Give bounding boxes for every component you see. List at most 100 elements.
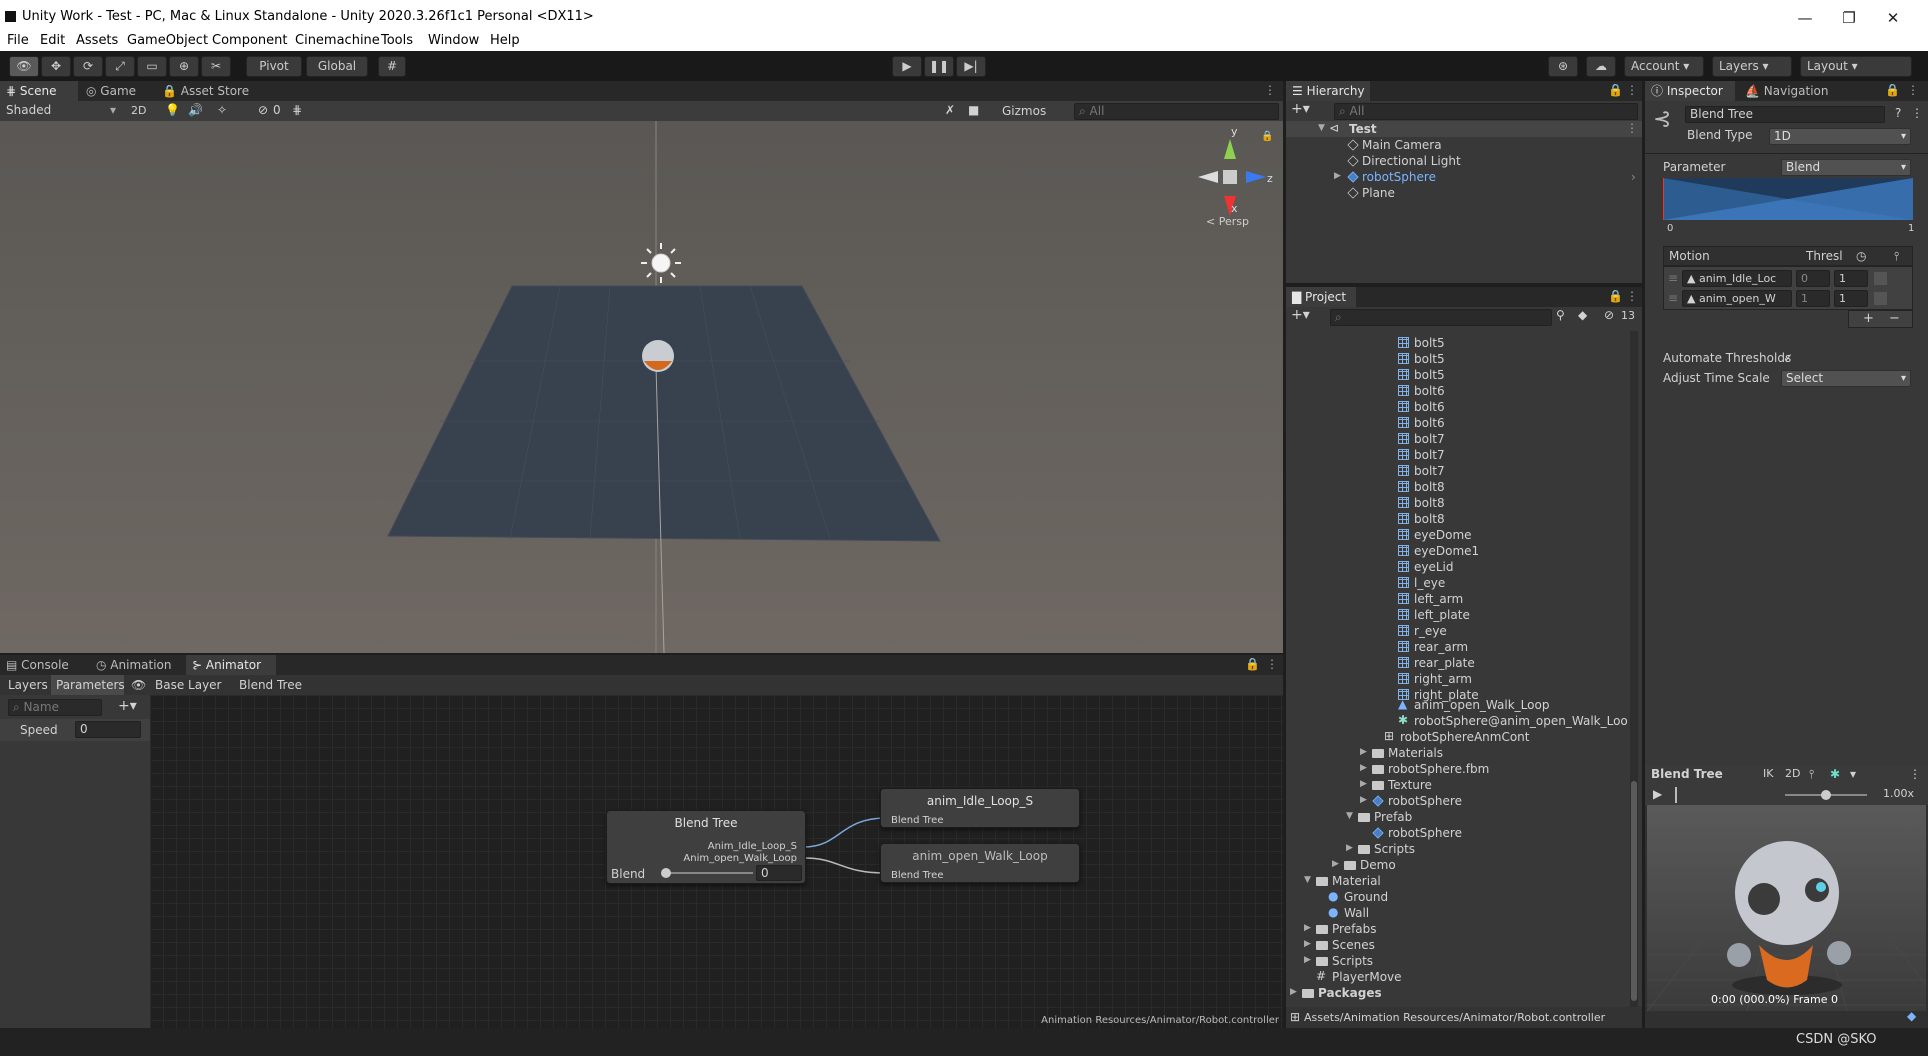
project-item[interactable]: bolt7 bbox=[1286, 431, 1628, 447]
project-item[interactable]: r_eye bbox=[1286, 623, 1628, 639]
inspector-lock-icon[interactable]: 🔒 bbox=[1885, 83, 1900, 97]
expand-icon[interactable]: ▶ bbox=[1334, 171, 1341, 181]
hierarchy-search-input[interactable]: ⌕ All bbox=[1334, 103, 1638, 120]
project-item[interactable]: robotSphere bbox=[1286, 825, 1628, 841]
add-motion-button[interactable]: + bbox=[1863, 311, 1874, 326]
project-item[interactable]: eyeLid bbox=[1286, 559, 1628, 575]
project-item[interactable]: ▲ anim_open_Walk_Loop bbox=[1286, 697, 1628, 713]
tab-hierarchy[interactable]: ☰ Hierarchy bbox=[1286, 81, 1370, 101]
project-item[interactable]: ✱ robotSphere@anim_open_Walk_LoopA bbox=[1286, 713, 1628, 729]
tab-animator[interactable]: ⊱ Animator bbox=[186, 655, 276, 675]
preview-play-button[interactable]: ▶ bbox=[1653, 787, 1662, 801]
blend-graph[interactable] bbox=[1663, 178, 1913, 220]
tab-scene[interactable]: ⋕ Scene bbox=[0, 81, 78, 101]
object-name-input[interactable]: Blend Tree bbox=[1685, 106, 1885, 123]
scene-menu-icon[interactable]: ⋮ bbox=[1264, 83, 1276, 97]
motion-field[interactable]: ▲ anim_Idle_Loc bbox=[1682, 270, 1792, 287]
project-item[interactable]: rear_arm bbox=[1286, 639, 1628, 655]
rect-tool-button[interactable]: ▭ bbox=[137, 56, 167, 77]
hierarchy-menu-icon[interactable]: ⋮ bbox=[1626, 83, 1638, 97]
tab-animation[interactable]: ◷ Animation bbox=[90, 655, 184, 675]
project-add-button[interactable]: +▾ bbox=[1291, 307, 1310, 323]
menu-component[interactable]: Component bbox=[212, 33, 287, 48]
step-button[interactable]: ▶| bbox=[956, 56, 986, 77]
tab-asset-store[interactable]: 🔒 Asset Store bbox=[156, 81, 254, 101]
custom-tool-button[interactable]: ✂ bbox=[201, 56, 231, 77]
menu-help[interactable]: Help bbox=[490, 33, 520, 48]
time-scale-input[interactable]: 1 bbox=[1834, 290, 1868, 307]
parameter-dropdown[interactable]: Blend bbox=[1781, 159, 1911, 176]
hierarchy-item[interactable]: Directional Light bbox=[1286, 153, 1642, 169]
collapse-icon[interactable]: ▼ bbox=[1304, 875, 1311, 885]
play-button[interactable]: ▶ bbox=[892, 56, 922, 77]
time-scale-input[interactable]: 1 bbox=[1834, 270, 1868, 287]
global-toggle[interactable]: Global bbox=[306, 56, 368, 77]
scene-viewport[interactable]: y x z < Persp 🔒 bbox=[0, 121, 1283, 653]
project-folder[interactable]: ▶ Scripts bbox=[1286, 841, 1628, 857]
collapse-icon[interactable]: ▼ bbox=[1346, 811, 1353, 821]
walk-motion-node[interactable]: anim_open_Walk_Loop Blend Tree bbox=[880, 843, 1080, 883]
menu-edit[interactable]: Edit bbox=[40, 33, 65, 48]
avatar-icon[interactable]: ✱ bbox=[1830, 767, 1840, 781]
snap-grid-button[interactable]: # bbox=[378, 56, 406, 77]
project-item[interactable]: ● Ground bbox=[1286, 889, 1628, 905]
adjust-time-scale-dropdown[interactable]: Select bbox=[1781, 370, 1911, 387]
project-item[interactable]: bolt7 bbox=[1286, 447, 1628, 463]
close-button[interactable]: ✕ bbox=[1878, 6, 1908, 30]
parameter-row[interactable]: Speed 0 bbox=[0, 719, 150, 741]
speed-slider-handle[interactable] bbox=[1821, 790, 1831, 800]
project-item[interactable]: ⊞ robotSphereAnmCont bbox=[1286, 729, 1628, 745]
tab-console[interactable]: ▤ Console bbox=[0, 655, 88, 675]
tab-project[interactable]: ▇ Project bbox=[1286, 287, 1356, 307]
menu-assets[interactable]: Assets bbox=[76, 33, 118, 48]
menu-file[interactable]: File bbox=[7, 33, 29, 48]
project-item[interactable]: ● Wall bbox=[1286, 905, 1628, 921]
scrollbar-thumb[interactable] bbox=[1631, 781, 1637, 1001]
tab-navigation[interactable]: ⛵ Navigation bbox=[1739, 81, 1839, 101]
project-item[interactable]: bolt6 bbox=[1286, 399, 1628, 415]
expand-icon[interactable]: ▶ bbox=[1360, 795, 1367, 805]
camera-icon[interactable]: ■ bbox=[968, 103, 979, 117]
grid-icon[interactable]: ⋕ bbox=[292, 103, 302, 117]
idle-motion-node[interactable]: anim_Idle_Loop_S Blend Tree bbox=[880, 788, 1080, 828]
motion-row[interactable]: ≡ ▲ anim_open_W 1 1 bbox=[1664, 289, 1914, 309]
project-item[interactable]: bolt6 bbox=[1286, 415, 1628, 431]
project-search-input[interactable]: ⌕ bbox=[1330, 309, 1552, 326]
remove-motion-button[interactable]: − bbox=[1889, 311, 1900, 326]
project-folder[interactable]: ▶ Materials bbox=[1286, 745, 1628, 761]
project-folder[interactable]: ▶ Scenes bbox=[1286, 937, 1628, 953]
project-item[interactable]: l_eye bbox=[1286, 575, 1628, 591]
audio-icon[interactable]: 🔊 bbox=[188, 103, 203, 117]
project-lock-icon[interactable]: 🔒 bbox=[1608, 289, 1623, 303]
menu-cinemachine[interactable]: Cinemachine bbox=[295, 33, 380, 48]
mirror-checkbox[interactable] bbox=[1874, 292, 1887, 305]
shading-dropdown[interactable]: Shaded bbox=[6, 103, 51, 117]
scale-tool-button[interactable]: ⤢ bbox=[105, 56, 135, 77]
threshold-input[interactable]: 1 bbox=[1796, 290, 1830, 307]
search-by-type-icon[interactable]: ⚲ bbox=[1556, 308, 1565, 322]
project-folder[interactable]: ▶ Demo bbox=[1286, 857, 1628, 873]
project-folder[interactable]: ▶ robotSphere bbox=[1286, 793, 1628, 809]
parameter-search-input[interactable]: ⌕ Name bbox=[8, 699, 102, 716]
motion-field[interactable]: ▲ anim_open_W bbox=[1682, 290, 1792, 307]
cloud-icon[interactable]: ☁ bbox=[1586, 56, 1616, 77]
project-item[interactable]: bolt8 bbox=[1286, 495, 1628, 511]
help-icon[interactable]: ? bbox=[1895, 106, 1901, 120]
expand-icon[interactable]: ▶ bbox=[1332, 859, 1339, 869]
animator-graph[interactable]: Blend Tree Anim_Idle_Loop_S Anim_open_Wa… bbox=[150, 695, 1283, 1028]
transform-tool-button[interactable]: ⊕ bbox=[169, 56, 199, 77]
expand-icon[interactable]: ▶ bbox=[1360, 779, 1367, 789]
layers-dropdown[interactable]: Layers ▾ bbox=[1712, 56, 1792, 77]
collab-icon[interactable]: ⊛ bbox=[1548, 56, 1578, 77]
expand-icon[interactable]: ▶ bbox=[1290, 987, 1297, 997]
time-cursor[interactable] bbox=[1675, 787, 1677, 803]
project-item[interactable]: bolt5 bbox=[1286, 367, 1628, 383]
chevron-right-icon[interactable]: › bbox=[1631, 170, 1636, 184]
expand-icon[interactable]: ▶ bbox=[1304, 923, 1311, 933]
component-menu-icon[interactable]: ⋮ bbox=[1911, 106, 1923, 120]
scene-expand-icon[interactable]: ▼ bbox=[1318, 123, 1325, 133]
project-item[interactable]: # PlayerMove bbox=[1286, 969, 1628, 985]
drag-handle-icon[interactable]: ≡ bbox=[1668, 291, 1678, 305]
rotate-tool-button[interactable]: ⟳ bbox=[73, 56, 103, 77]
project-scrollbar[interactable] bbox=[1630, 331, 1638, 1007]
